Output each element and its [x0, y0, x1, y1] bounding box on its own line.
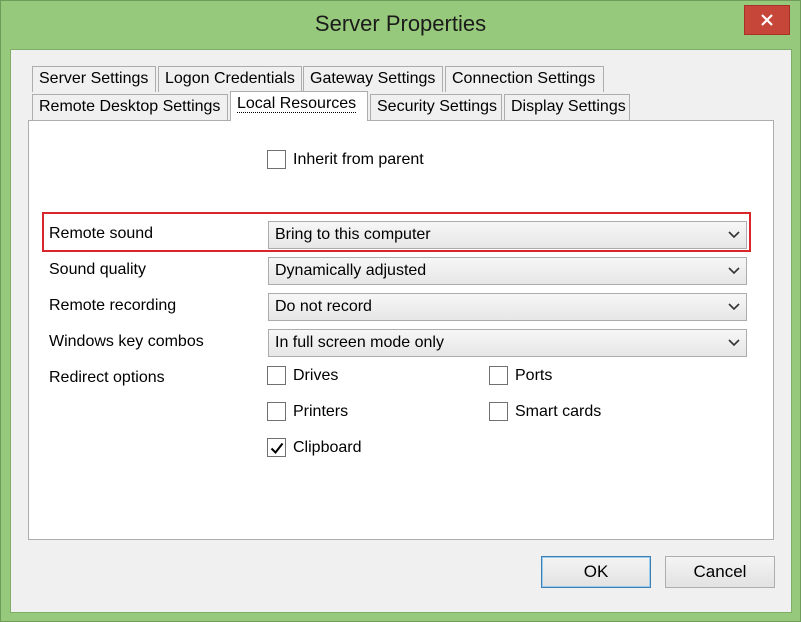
tab-remote-desktop-settings[interactable]: Remote Desktop Settings: [32, 94, 228, 120]
close-button[interactable]: [744, 5, 790, 35]
checkbox-label: Drives: [293, 366, 339, 384]
checkbox-label: Clipboard: [293, 438, 362, 456]
checkbox-box[interactable]: [489, 366, 508, 385]
checkbox-box[interactable]: [267, 438, 286, 457]
tab-label: Logon Credentials: [165, 70, 295, 87]
checkmark-icon: [270, 442, 284, 455]
chevron-down-icon: [728, 231, 740, 239]
drives-checkbox[interactable]: Drives: [267, 366, 338, 385]
chevron-down-icon: [728, 267, 740, 275]
tab-label: Local Resources: [237, 95, 357, 113]
dropdown-value: In full screen mode only: [275, 334, 444, 351]
checkbox-box[interactable]: [267, 150, 286, 169]
title-bar[interactable]: Server Properties: [1, 1, 800, 49]
dialog-client-area: Server Settings Logon Credentials Gatewa…: [10, 49, 792, 613]
sound-quality-dropdown[interactable]: Dynamically adjusted: [268, 257, 747, 285]
remote-sound-label: Remote sound: [49, 225, 154, 242]
checkbox-box[interactable]: [267, 402, 286, 421]
window-title: Server Properties: [314, 11, 487, 36]
tab-label: Connection Settings: [452, 70, 596, 87]
chevron-down-icon: [728, 339, 740, 347]
dropdown-value: Do not record: [275, 298, 372, 315]
remote-recording-label: Remote recording: [49, 297, 177, 314]
tab-label: Security Settings: [377, 98, 498, 115]
dropdown-value: Dynamically adjusted: [275, 262, 427, 279]
remote-sound-dropdown[interactable]: Bring to this computer: [268, 221, 747, 249]
tab-gateway-settings[interactable]: Gateway Settings: [303, 66, 443, 92]
windows-key-combos-label: Windows key combos: [49, 333, 204, 350]
dropdown-value: Bring to this computer: [275, 226, 431, 243]
tab-security-settings[interactable]: Security Settings: [370, 94, 502, 120]
inherit-from-parent-checkbox[interactable]: Inherit from parent: [267, 150, 424, 169]
tab-logon-credentials[interactable]: Logon Credentials: [158, 66, 302, 92]
tab-connection-settings[interactable]: Connection Settings: [445, 66, 604, 92]
tab-server-settings[interactable]: Server Settings: [32, 66, 156, 92]
windows-key-combos-dropdown[interactable]: In full screen mode only: [268, 329, 747, 357]
checkbox-box[interactable]: [489, 402, 508, 421]
close-icon: [761, 14, 773, 26]
clipboard-checkbox[interactable]: Clipboard: [267, 438, 361, 457]
checkbox-label: Printers: [293, 402, 349, 420]
server-properties-window: Server Properties Server Settings Logon …: [0, 0, 801, 622]
redirect-options-label: Redirect options: [49, 369, 165, 386]
remote-recording-dropdown[interactable]: Do not record: [268, 293, 747, 321]
tab-display-settings[interactable]: Display Settings: [504, 94, 630, 120]
ports-checkbox[interactable]: Ports: [489, 366, 552, 385]
tab-local-resources[interactable]: Local Resources: [230, 91, 368, 121]
tab-label: Server Settings: [39, 70, 149, 87]
sound-quality-label: Sound quality: [49, 261, 146, 278]
chevron-down-icon: [728, 303, 740, 311]
tab-label: Remote Desktop Settings: [39, 98, 221, 115]
checkbox-label: Ports: [515, 366, 553, 384]
checkbox-label: Smart cards: [515, 402, 602, 420]
smart-cards-checkbox[interactable]: Smart cards: [489, 402, 601, 421]
checkbox-box[interactable]: [267, 366, 286, 385]
tab-label: Display Settings: [511, 98, 626, 115]
ok-button[interactable]: OK: [541, 556, 651, 588]
local-resources-panel: Inherit from parent Remote sound Bring t…: [28, 120, 774, 540]
checkbox-label: Inherit from parent: [293, 150, 424, 168]
cancel-button[interactable]: Cancel: [665, 556, 775, 588]
printers-checkbox[interactable]: Printers: [267, 402, 348, 421]
tab-label: Gateway Settings: [310, 70, 436, 87]
